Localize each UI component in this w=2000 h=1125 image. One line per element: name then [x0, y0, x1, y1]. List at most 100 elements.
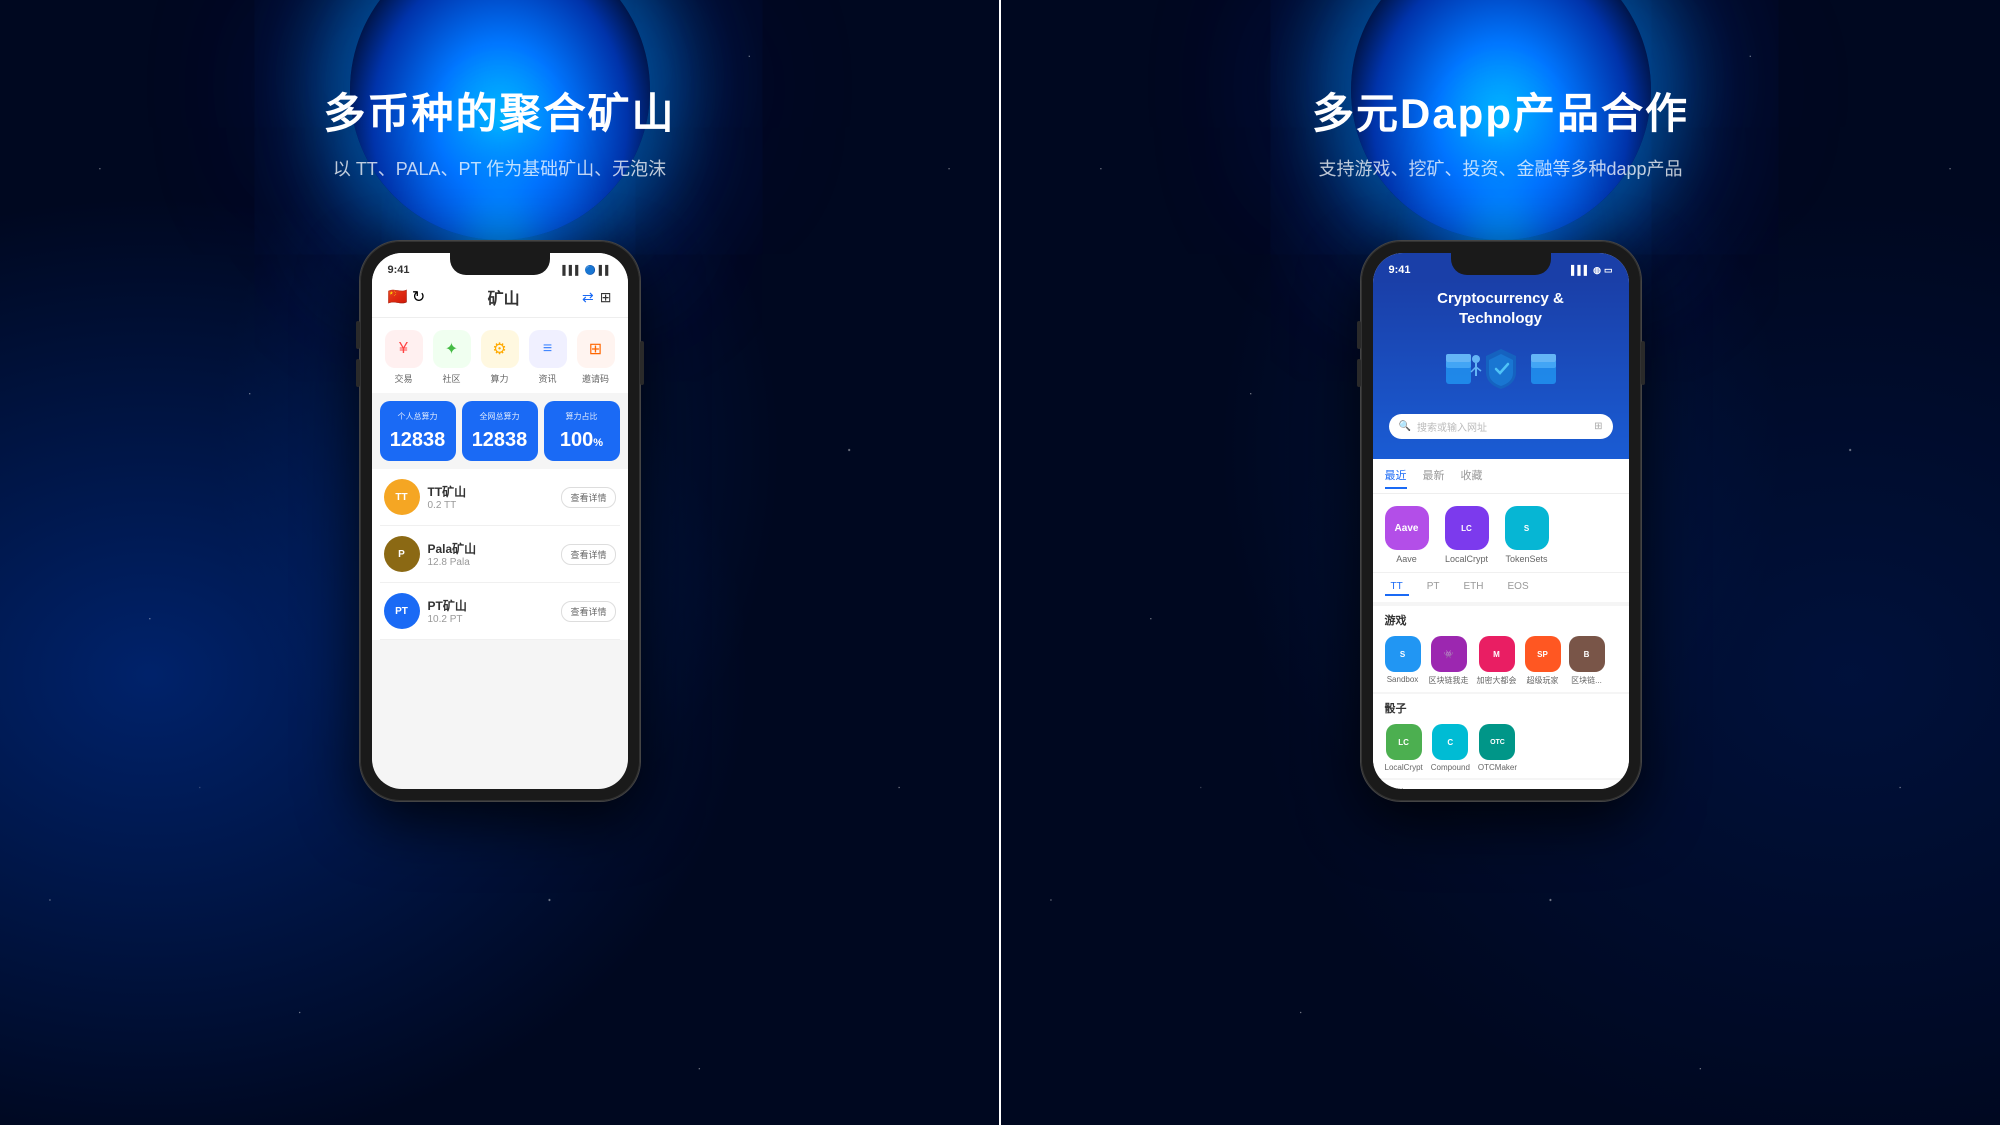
chain-walk-icon: 👾: [1431, 636, 1467, 672]
news-icon: ≡: [529, 330, 567, 368]
stat-network-value: 12838: [470, 430, 530, 450]
status-icons-left: ▌▌▌ 🔵 ▌▌: [562, 265, 611, 276]
tt-name: TT矿山: [428, 483, 467, 500]
tab-recent[interactable]: 最近: [1385, 467, 1407, 489]
tab-favorites[interactable]: 收藏: [1461, 467, 1483, 489]
app-item-aave[interactable]: Aave Aave: [1385, 506, 1429, 564]
dice-app-row: LC LocalCrypt C Compound: [1385, 724, 1617, 772]
pala-info: Pala矿山 12.8 Pala: [428, 540, 477, 568]
left-panel: 多币种的聚合矿山 以 TT、PALA、PT 作为基础矿山、无泡沫 9:41 ▌▌…: [0, 0, 999, 1125]
right-power: [1641, 341, 1645, 385]
stat-ratio-value: 100%: [552, 430, 612, 451]
tokensets-icon: S: [1505, 506, 1549, 550]
right-panel: 多元Dapp产品合作 支持游戏、挖矿、投资、金融等多种dapp产品 9:41 ▌…: [1001, 0, 2000, 1125]
list-item-tt[interactable]: TT TT矿山 0.2 TT 查看详情: [380, 469, 620, 526]
search-icon: 🔍: [1399, 421, 1411, 432]
pala-amount: 12.8 Pala: [428, 557, 477, 568]
dice-app-compound[interactable]: C Compound: [1431, 724, 1470, 772]
super-player-label: 超级玩家: [1527, 675, 1559, 686]
tt-icon: TT: [384, 479, 420, 515]
community-label: 社区: [442, 372, 460, 385]
power-btn: [640, 341, 644, 385]
stats-grid: 个人总算力 12838 全网总算力 12838 算力占比 100%: [372, 393, 628, 469]
app-item-tokensets[interactable]: S TokenSets: [1505, 506, 1549, 564]
notch-left: [450, 253, 550, 275]
mining-industry-title: 矿业: [1385, 786, 1617, 789]
tt-info: TT矿山 0.2 TT: [428, 483, 467, 511]
mining-nav-title: 矿山: [488, 285, 520, 309]
dapp-hero-graphic: [1441, 334, 1561, 404]
dapp-recent-apps: Aave Aave LC LocalCrypt S: [1373, 494, 1629, 572]
app-super-player[interactable]: SP 超级玩家: [1525, 636, 1561, 686]
list-item-pt[interactable]: PT PT矿山 10.2 PT 查看详情: [380, 583, 620, 640]
time-left: 9:41: [388, 264, 410, 276]
left-phone-container: 9:41 ▌▌▌ 🔵 ▌▌ 🇨🇳 ↻ 矿山 ⇄ ⊞: [360, 241, 640, 801]
flag-icon: 🇨🇳 ↻: [388, 287, 426, 307]
app-chain-walk[interactable]: 👾 区块链我走: [1429, 636, 1469, 686]
mining-screen: 9:41 ▌▌▌ 🔵 ▌▌ 🇨🇳 ↻ 矿山 ⇄ ⊞: [372, 253, 628, 789]
notch-right: [1451, 253, 1551, 275]
stat-personal: 个人总算力 12838: [380, 401, 456, 461]
dice-section-title: 骰子: [1385, 700, 1617, 716]
otcmaker-icon: OTC: [1479, 724, 1515, 760]
vol-down-btn: [356, 359, 360, 387]
compound-icon: C: [1432, 724, 1468, 760]
sandbox-icon: S: [1385, 636, 1421, 672]
pt-detail-btn[interactable]: 查看详情: [561, 601, 615, 622]
invite-icon: ⊞: [577, 330, 615, 368]
right-title: 多元Dapp产品合作: [1312, 80, 1689, 141]
localcrypt-label: LocalCrypt: [1445, 554, 1488, 564]
dice-section: 骰子 LC LocalCrypt C: [1373, 694, 1629, 778]
left-subtitle: 以 TT、PALA、PT 作为基础矿山、无泡沫: [333, 155, 666, 181]
pt-info: PT矿山 10.2 PT: [428, 597, 467, 625]
app-chain-other[interactable]: B 区块链...: [1569, 636, 1605, 686]
mining-industry-section: 矿业: [1373, 780, 1629, 789]
right-panel-content: 多元Dapp产品合作 支持游戏、挖矿、投资、金融等多种dapp产品 9:41 ▌…: [1001, 0, 2000, 1125]
vol-up-btn: [356, 321, 360, 349]
right-subtitle: 支持游戏、挖矿、投资、金融等多种dapp产品: [1318, 155, 1682, 181]
right-vol-up: [1357, 321, 1361, 349]
games-section-title: 游戏: [1385, 612, 1617, 628]
app-sandbox[interactable]: S Sandbox: [1385, 636, 1421, 686]
games-section: 游戏 S Sandbox 👾: [1373, 606, 1629, 692]
cat-tab-eos[interactable]: EOS: [1502, 579, 1535, 596]
tt-detail-btn[interactable]: 查看详情: [561, 487, 615, 508]
transfer-icon: ⇄: [582, 289, 594, 306]
chain-other-icon: B: [1569, 636, 1605, 672]
category-tabs: TT PT ETH EOS: [1373, 572, 1629, 602]
pala-detail-btn[interactable]: 查看详情: [561, 544, 615, 565]
cat-tab-eth[interactable]: ETH: [1458, 579, 1490, 596]
app-megapolis[interactable]: M 加密大都会: [1477, 636, 1517, 686]
cat-tab-pt[interactable]: PT: [1421, 579, 1446, 596]
chain-walk-label: 区块链我走: [1429, 675, 1469, 686]
mining-nav: 🇨🇳 ↻ 矿山 ⇄ ⊞: [372, 281, 628, 318]
status-icons-right: ▌▌▌ ◍ ▭: [1571, 265, 1613, 276]
invite-label: 邀请码: [582, 372, 609, 385]
left-panel-content: 多币种的聚合矿山 以 TT、PALA、PT 作为基础矿山、无泡沫 9:41 ▌▌…: [0, 0, 999, 1125]
otcmaker-label: OTCMaker: [1478, 763, 1517, 772]
icon-item-hashrate[interactable]: ⚙ 算力: [481, 330, 519, 385]
super-player-icon: SP: [1525, 636, 1561, 672]
dapp-hero: Cryptocurrency &Technology: [1373, 281, 1629, 459]
dice-app-localcrypt[interactable]: LC LocalCrypt: [1385, 724, 1423, 772]
tab-newest[interactable]: 最新: [1423, 467, 1445, 489]
icon-item-news[interactable]: ≡ 资讯: [529, 330, 567, 385]
list-item-pala[interactable]: P Pala矿山 12.8 Pala 查看详情: [380, 526, 620, 583]
app-item-localcrypt[interactable]: LC LocalCrypt: [1445, 506, 1489, 564]
icon-item-trade[interactable]: ¥ 交易: [385, 330, 423, 385]
dice-app-otcmaker[interactable]: OTC OTCMaker: [1478, 724, 1517, 772]
dapp-search-bar[interactable]: 🔍 搜索或输入网址 ⊞: [1389, 414, 1613, 439]
scan-icon-search: ⊞: [1594, 421, 1602, 432]
sandbox-label: Sandbox: [1387, 675, 1419, 684]
megapolis-icon: M: [1479, 636, 1515, 672]
wifi-icon-r: ◍: [1593, 265, 1601, 276]
battery-icon-r: ▭: [1604, 265, 1613, 276]
stat-personal-label: 个人总算力: [388, 411, 448, 422]
panel-divider: [999, 0, 1001, 1125]
aave-icon: Aave: [1385, 506, 1429, 550]
icon-item-invite[interactable]: ⊞ 邀请码: [577, 330, 615, 385]
dice-lc-label: LocalCrypt: [1385, 763, 1423, 772]
dice-lc-icon: LC: [1386, 724, 1422, 760]
icon-item-community[interactable]: ✦ 社区: [433, 330, 471, 385]
cat-tab-tt[interactable]: TT: [1385, 579, 1409, 596]
